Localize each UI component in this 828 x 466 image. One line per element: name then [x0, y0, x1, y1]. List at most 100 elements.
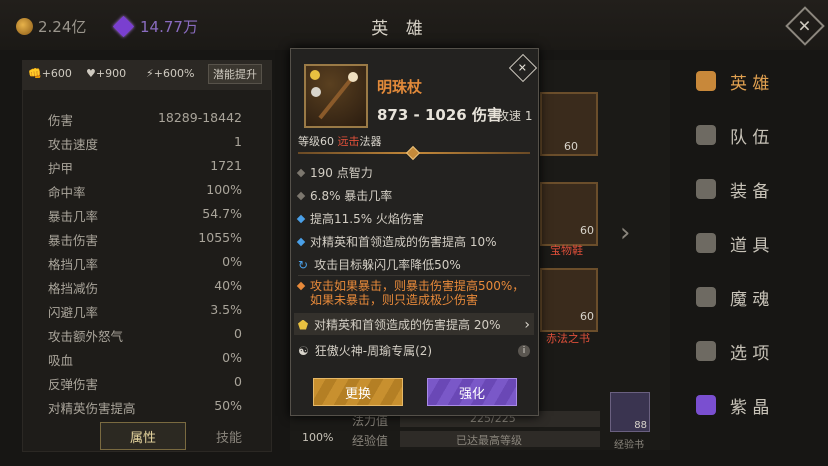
gold-coin-icon — [16, 18, 33, 35]
page-title: 英 雄 — [371, 19, 429, 39]
stat-value: 40% — [214, 278, 242, 293]
stat-row: 对精英伤害提高 50% — [48, 398, 242, 420]
nav-options[interactable]: 选 项 — [696, 334, 796, 368]
stat-row: 暴击几率 54.7% — [48, 206, 242, 228]
attr-line: 提高11.5% 火焰伤害 — [296, 210, 530, 227]
amethyst-icon — [696, 395, 716, 415]
nav-soul[interactable]: 魔 魂 — [696, 280, 796, 314]
lightning-icon: ⚡ — [146, 67, 154, 80]
flame-icon — [696, 287, 716, 307]
stat-row: 闪避几率 3.5% — [48, 302, 242, 324]
stat-value: 0 — [234, 374, 242, 389]
energy-buff: ⚡+600% — [146, 67, 195, 80]
stat-label: 格挡减伤 — [48, 281, 99, 296]
replace-button[interactable]: 更换 — [313, 378, 403, 406]
enhance-button[interactable]: 强化 — [427, 378, 517, 406]
hero-exclusive-line: ☯ 狂傲火神-周瑜专属(2) i — [298, 342, 530, 359]
diamond-bullet-icon — [296, 168, 306, 177]
nav-hero[interactable]: 英 雄 — [696, 64, 796, 98]
stat-row: 攻击额外怒气 0 — [48, 326, 242, 348]
equip-slot-boots[interactable]: 60 — [540, 182, 598, 246]
stat-row: 吸血 0% — [48, 350, 242, 372]
stat-label: 攻击速度 — [48, 137, 99, 152]
stat-value: 1721 — [210, 158, 242, 173]
diamond-bullet-icon — [296, 237, 306, 246]
nav-amethyst[interactable]: 紫 晶 — [696, 388, 796, 422]
equip-slot-book[interactable]: 60 — [540, 268, 598, 332]
stat-label: 暴击几率 — [48, 209, 99, 224]
bag-icon — [696, 233, 716, 253]
exp-book-item[interactable]: 88 — [610, 392, 650, 432]
stat-value: 1055% — [198, 230, 242, 245]
tab-skills[interactable]: 技能 — [186, 422, 272, 450]
purple-gem-icon — [112, 15, 135, 38]
stat-row: 暴击伤害 1055% — [48, 230, 242, 252]
stat-label: 反弹伤害 — [48, 377, 99, 392]
potential-button[interactable]: 潜能提升 — [208, 64, 262, 84]
stat-label: 格挡几率 — [48, 257, 99, 272]
stat-value: 1 — [234, 134, 242, 149]
item-level-type: 等级60 远击法器 — [298, 135, 382, 148]
power-buff: 👊+600 — [28, 67, 72, 80]
tab-attributes[interactable]: 属性 — [100, 422, 186, 450]
nav-team[interactable]: 队 伍 — [696, 118, 796, 152]
stat-row: 攻击速度 1 — [48, 134, 242, 156]
stat-label: 护甲 — [48, 161, 74, 176]
stat-row: 反弹伤害 0 — [48, 374, 242, 396]
stat-label: 暴击伤害 — [48, 233, 99, 248]
stat-value: 0% — [222, 350, 242, 365]
bottom-percent: 100% — [302, 431, 334, 444]
stat-row: 格挡几率 0% — [48, 254, 242, 276]
fist-icon: 👊 — [28, 67, 42, 80]
stat-label: 对精英伤害提高 — [48, 401, 136, 416]
stat-value: 54.7% — [202, 206, 242, 221]
close-icon: ✕ — [518, 61, 528, 75]
stat-value: 100% — [206, 182, 242, 197]
gem-currency: 14.77万 — [112, 15, 198, 38]
diamond-bullet-icon — [296, 214, 306, 223]
exp-label: 经验值 — [352, 434, 389, 448]
yin-yang-icon: ☯ — [298, 343, 309, 358]
stat-label: 伤害 — [48, 113, 74, 128]
stat-row: 护甲 1721 — [48, 158, 242, 180]
attr-line: ↻ 攻击目标躲闪几率降低50% — [298, 257, 461, 273]
stat-row: 伤害 18289-18442 — [48, 110, 242, 132]
item-name: 明珠杖 — [377, 78, 423, 96]
exp-bar: 已达最高等级 — [400, 431, 600, 447]
heart-icon: ♥ — [86, 67, 96, 80]
stat-value: 0% — [222, 254, 242, 269]
gem-amount: 14.77万 — [140, 18, 198, 36]
hero-icon — [696, 71, 716, 91]
staff-icon — [310, 70, 358, 120]
stat-row: 命中率 100% — [48, 182, 242, 204]
diamond-bullet-icon — [296, 281, 306, 291]
special-attr-line: 攻击如果暴击，则暴击伤害提高500%，如果未暴击，则只造成极少伤害 — [296, 279, 530, 307]
stat-label: 吸血 — [48, 353, 74, 368]
equip-slot-top[interactable]: 60 — [540, 92, 598, 156]
refresh-icon: ↻ — [298, 257, 309, 272]
stat-value: 18289-18442 — [157, 110, 242, 125]
gold-amount: 2.24亿 — [38, 18, 87, 36]
stat-value: 3.5% — [210, 302, 242, 317]
stat-label: 闪避几率 — [48, 305, 99, 320]
info-icon[interactable]: i — [518, 344, 530, 357]
divider — [298, 275, 530, 276]
stat-row: 格挡减伤 40% — [48, 278, 242, 300]
attr-line: 对精英和首领造成的伤害提高 10% — [296, 233, 530, 250]
close-icon: ✕ — [798, 16, 812, 36]
item-damage: 873 - 1026 伤害 — [377, 106, 502, 124]
item-icon — [304, 64, 368, 128]
gold-currency: 2.24亿 — [16, 16, 86, 37]
set-bonus-line[interactable]: 对精英和首领造成的伤害提高 20% › — [298, 316, 530, 333]
nav-items[interactable]: 道 具 — [696, 226, 796, 260]
stat-value: 0 — [234, 326, 242, 341]
chevron-right-icon[interactable]: › — [620, 218, 630, 248]
nav-equipment[interactable]: 装 备 — [696, 172, 796, 206]
item-attack-speed: 攻速 1 — [497, 109, 533, 123]
gear-icon — [696, 341, 716, 361]
card-label-book: 赤法之书 — [546, 332, 590, 345]
card-label-boots: 宝物鞋 — [550, 244, 583, 257]
helmet-icon — [696, 179, 716, 199]
attr-line: 190 点智力 — [296, 164, 530, 181]
tabs: 属性 技能 — [100, 422, 272, 450]
